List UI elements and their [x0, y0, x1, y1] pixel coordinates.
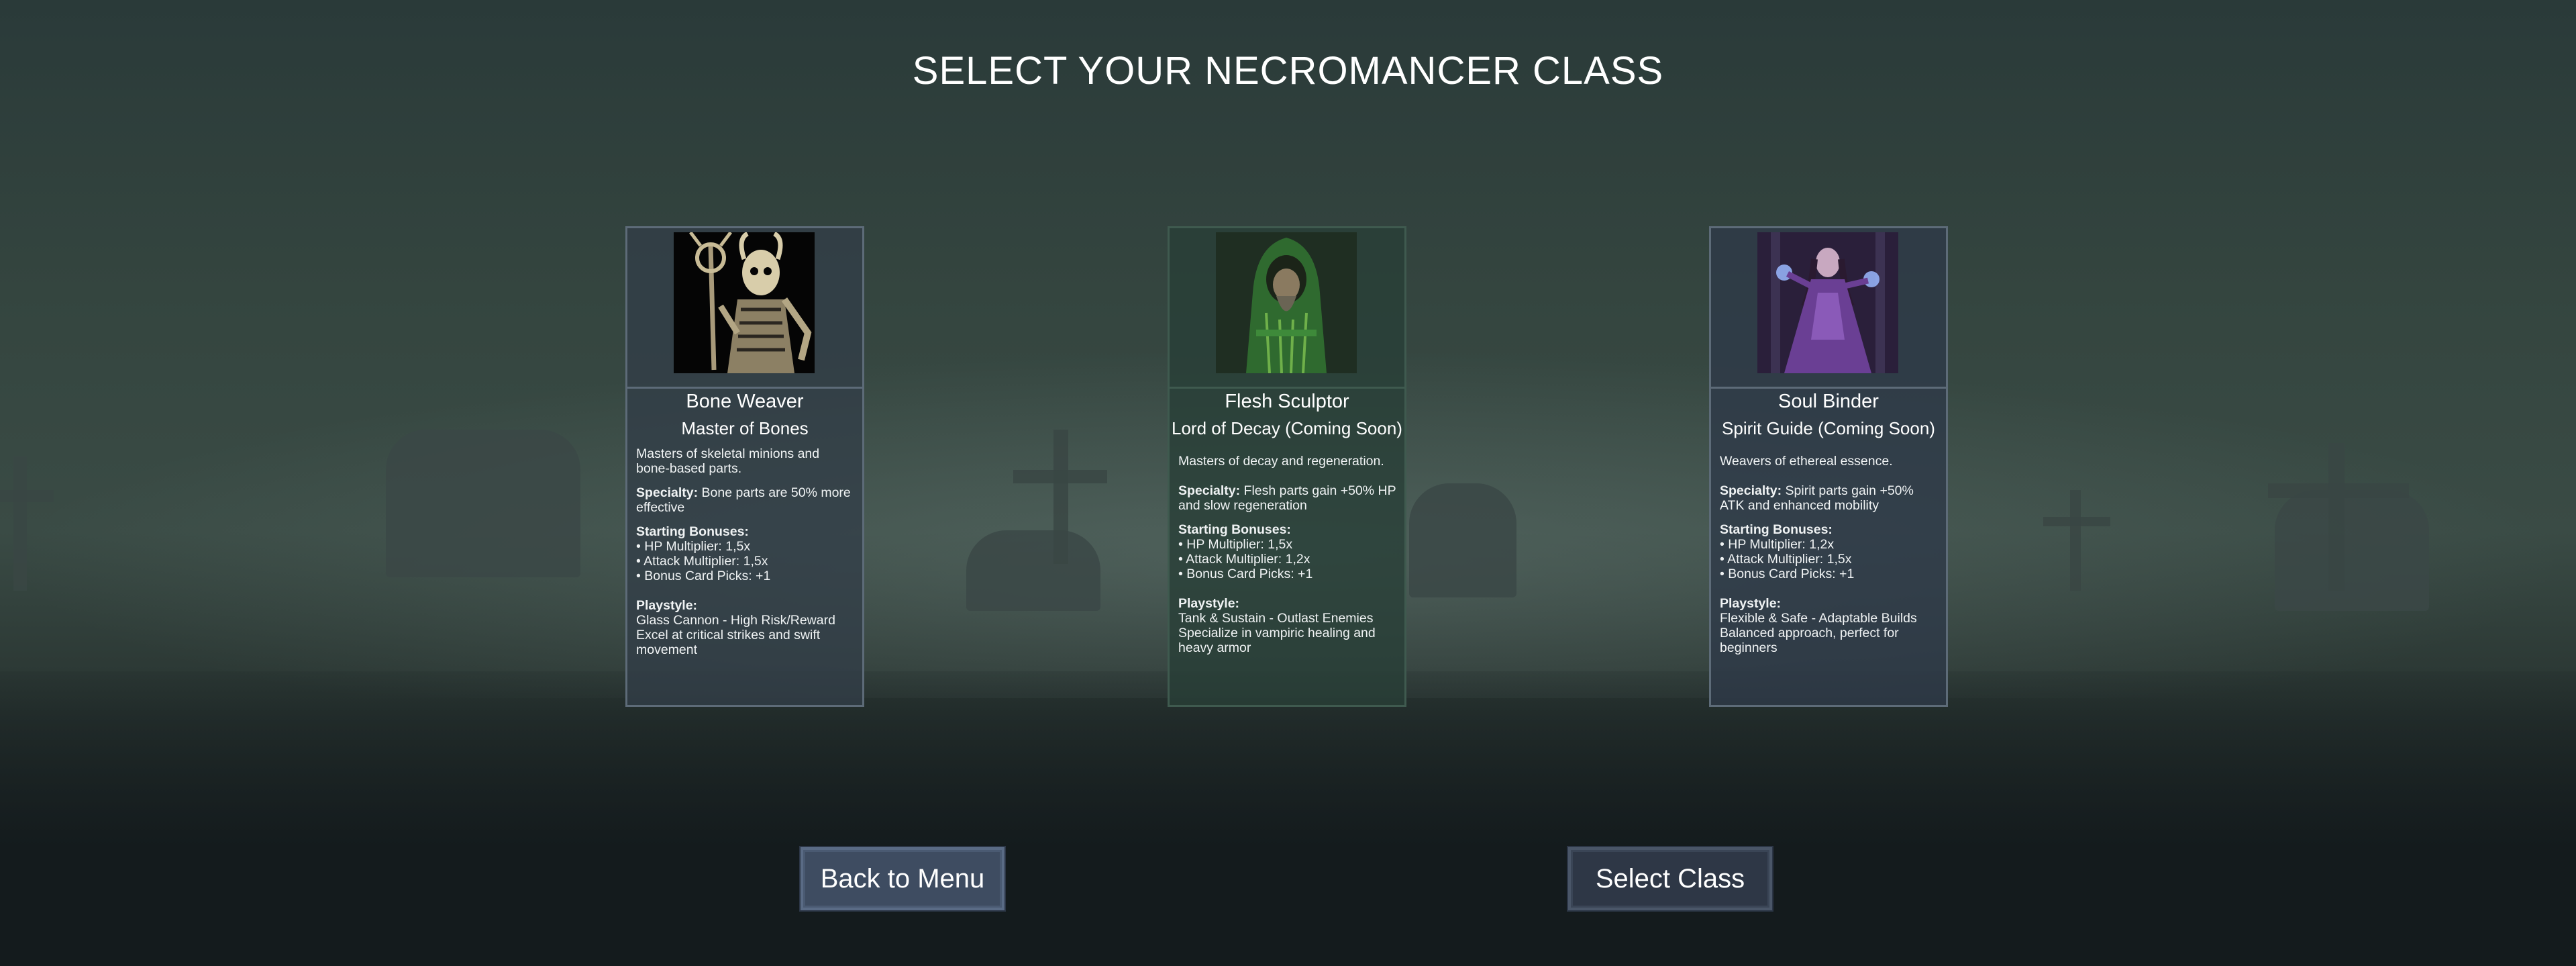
bonus-item: • Attack Multiplier: 1,2x: [1178, 552, 1310, 567]
class-description: Weavers of ethereal essence.: [1720, 454, 1893, 469]
portrait-frame: [1170, 228, 1404, 389]
bonuses-label: Starting Bonuses:: [636, 524, 749, 539]
class-description: Masters of skeletal minions and bone-bas…: [636, 446, 820, 476]
portrait-frame: [1711, 228, 1946, 389]
playstyle-description: Specialize in vampiric healing and heavy…: [1178, 626, 1376, 655]
bonuses-label: Starting Bonuses:: [1720, 522, 1833, 537]
page-title: SELECT YOUR NECROMANCER CLASS: [912, 49, 1664, 93]
specialty-label: Specialty:: [1178, 483, 1241, 498]
class-subtitle: Spirit Guide (Coming Soon): [1722, 418, 1935, 438]
playstyle-title: Flexible & Safe - Adaptable Builds: [1720, 611, 1917, 626]
grave-cross: [2268, 483, 2409, 498]
class-card-bone-weaver[interactable]: Bone Weaver Master of Bones Masters of s…: [625, 226, 864, 707]
class-details: Weavers of ethereal essence. Specialty: …: [1720, 454, 1938, 655]
bonus-item: • Bonus Card Picks: +1: [636, 569, 771, 583]
class-subtitle: Master of Bones: [681, 418, 809, 438]
ground: [0, 671, 2576, 966]
playstyle-label: Playstyle:: [1720, 596, 1782, 611]
hooded-green-sorcerer-portrait-icon: [1216, 232, 1357, 373]
playstyle-label: Playstyle:: [636, 598, 698, 613]
purple-sorceress-portrait-icon: [1757, 232, 1898, 373]
bonus-item: • Attack Multiplier: 1,5x: [636, 554, 768, 569]
bonus-item: • HP Multiplier: 1,5x: [1178, 537, 1293, 552]
tombstone: [1409, 483, 1516, 597]
specialty-label: Specialty:: [636, 485, 699, 500]
specialty-label: Specialty:: [1720, 483, 1782, 498]
bonus-item: • HP Multiplier: 1,2x: [1720, 537, 1835, 552]
tombstone: [966, 530, 1100, 611]
class-details: Masters of skeletal minions and bone-bas…: [636, 446, 854, 657]
portrait-frame: [627, 228, 862, 389]
playstyle-description: Excel at critical strikes and swift move…: [636, 628, 821, 657]
grave-cross: [2328, 443, 2345, 591]
tombstone: [386, 430, 580, 577]
bonus-item: • Bonus Card Picks: +1: [1720, 567, 1855, 581]
class-description: Masters of decay and regeneration.: [1178, 454, 1384, 469]
class-card-flesh-sculptor[interactable]: Flesh Sculptor Lord of Decay (Coming Soo…: [1168, 226, 1406, 707]
grave-cross: [2043, 517, 2110, 526]
grave-cross: [0, 490, 54, 502]
grave-cross: [1053, 430, 1068, 564]
back-to-menu-button[interactable]: Back to Menu: [799, 846, 1006, 912]
class-subtitle: Lord of Decay (Coming Soon): [1172, 418, 1402, 438]
class-name: Flesh Sculptor: [1225, 391, 1349, 412]
playstyle-description: Balanced approach, perfect for beginners: [1720, 626, 1899, 655]
playstyle-title: Glass Cannon - High Risk/Reward: [636, 613, 835, 628]
bonus-item: • HP Multiplier: 1,5x: [636, 539, 751, 554]
tombstone: [2275, 490, 2429, 611]
class-card-soul-binder[interactable]: Soul Binder Spirit Guide (Coming Soon) W…: [1709, 226, 1948, 707]
playstyle-title: Tank & Sustain - Outlast Enemies: [1178, 611, 1374, 626]
bonus-item: • Attack Multiplier: 1,5x: [1720, 552, 1852, 567]
grave-cross: [1013, 470, 1107, 483]
class-name: Soul Binder: [1778, 391, 1879, 412]
select-class-button[interactable]: Select Class: [1567, 846, 1773, 912]
class-details: Masters of decay and regeneration. Speci…: [1178, 454, 1396, 655]
bonus-item: • Bonus Card Picks: +1: [1178, 567, 1313, 581]
grave-cross: [13, 456, 27, 591]
bonuses-label: Starting Bonuses:: [1178, 522, 1291, 537]
playstyle-label: Playstyle:: [1178, 596, 1240, 611]
class-name: Bone Weaver: [686, 391, 804, 412]
grave-cross: [2070, 490, 2081, 591]
skeleton-necromancer-portrait-icon: [674, 232, 815, 373]
